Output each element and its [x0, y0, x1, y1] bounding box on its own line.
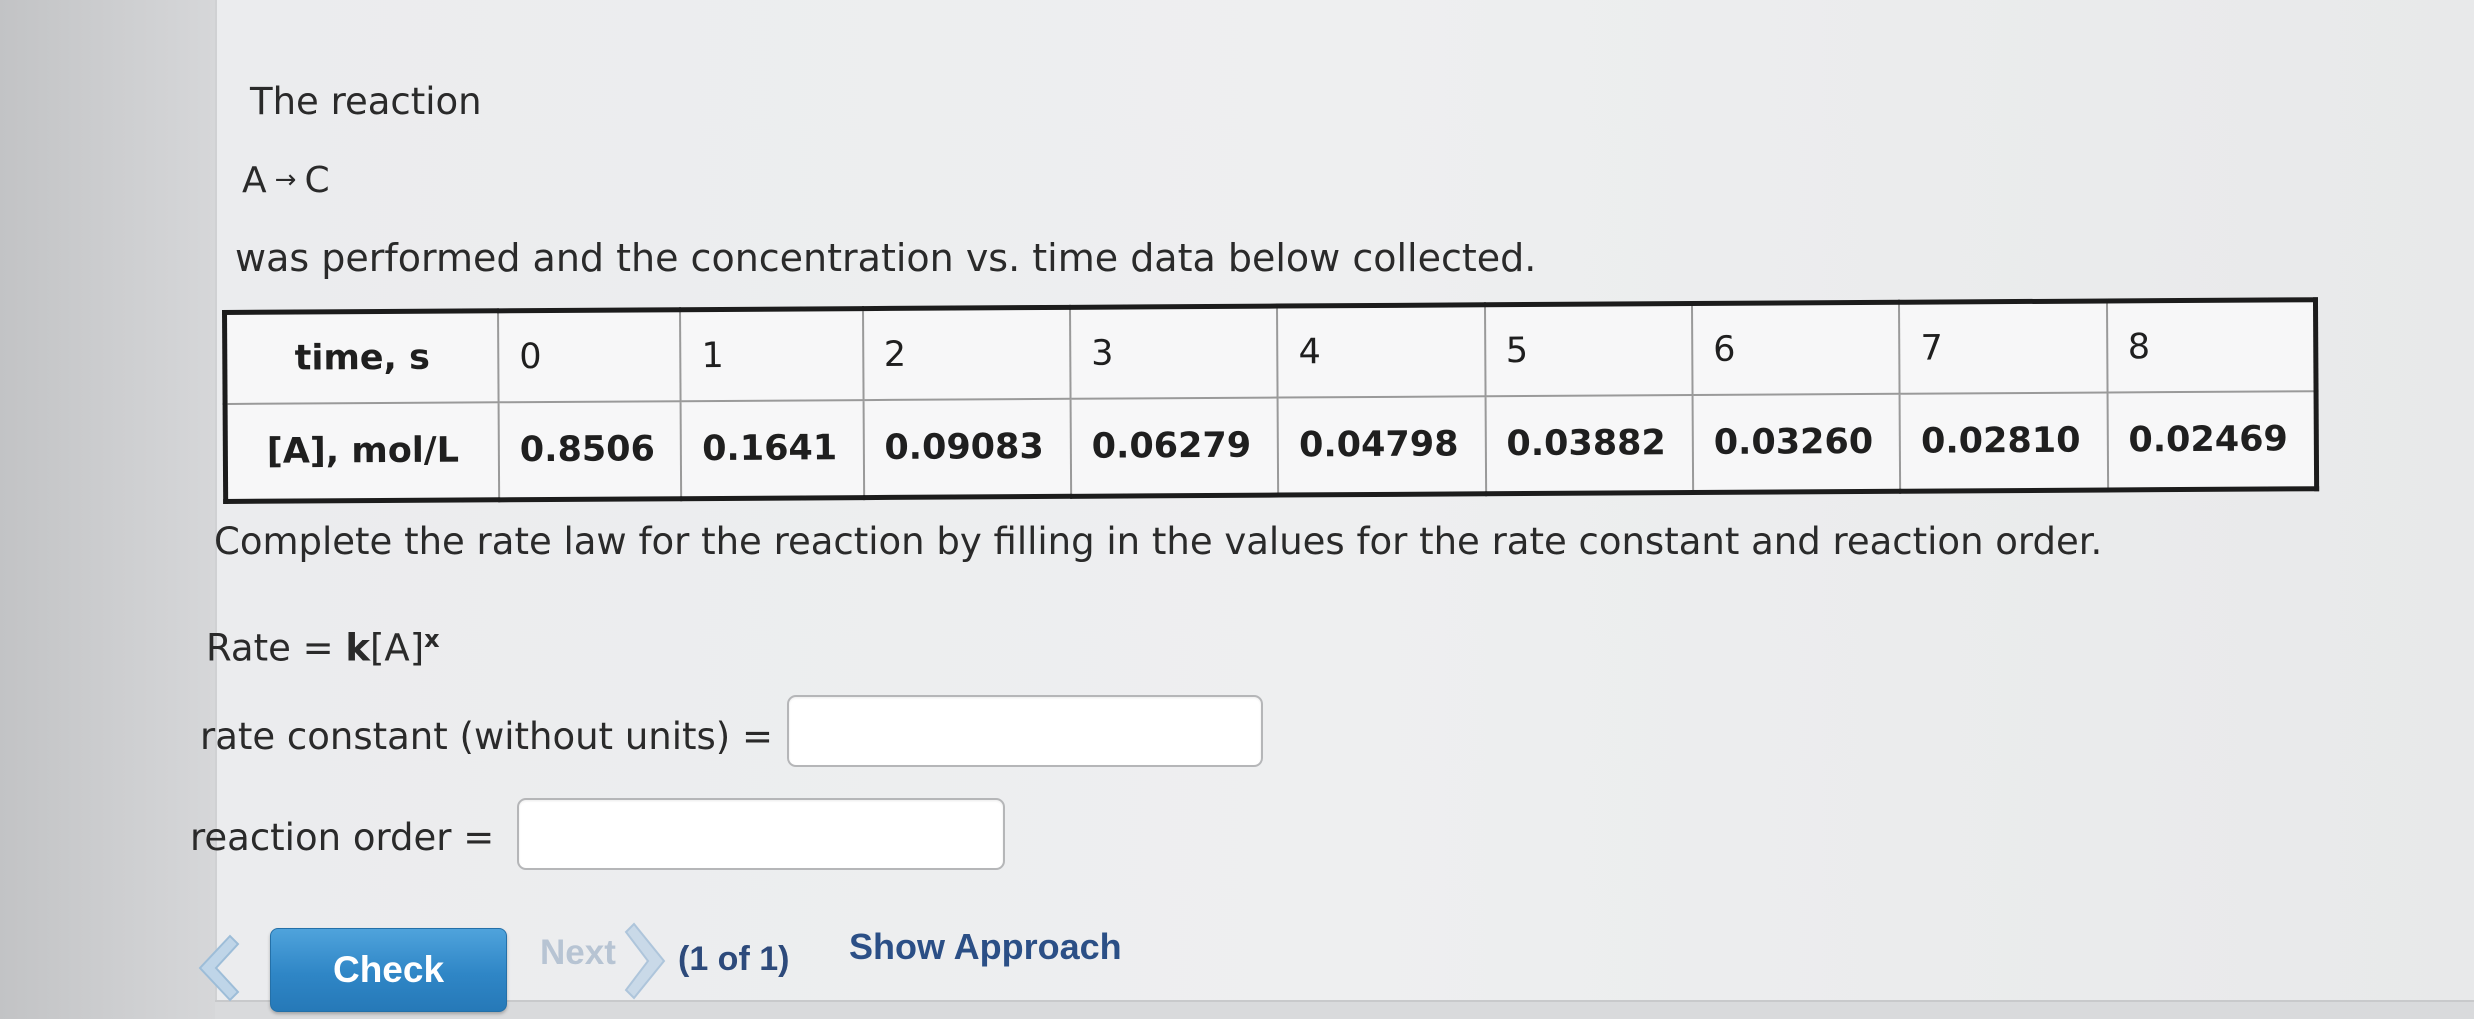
time-cell: 7	[1899, 300, 2108, 394]
rate-constant-symbol: k	[345, 626, 370, 670]
chevron-right-icon[interactable]	[624, 918, 674, 1004]
reaction-equation: A → C	[242, 160, 330, 201]
description-text: was performed and the concentration vs. …	[235, 236, 1537, 280]
time-cell: 8	[2106, 299, 2317, 393]
reactant: A	[242, 160, 267, 201]
time-cell: 0	[498, 309, 681, 403]
time-cell: 3	[1069, 306, 1278, 399]
product: C	[304, 160, 330, 201]
prompt-text: Complete the rate law for the reaction b…	[214, 520, 2103, 563]
concentration-cell: 0.8506	[498, 401, 682, 500]
intro-text: The reaction	[250, 80, 482, 123]
check-button[interactable]: Check	[270, 928, 507, 1012]
rate-law: Rate = k[A]x	[206, 625, 440, 669]
reaction-order-label: reaction order =	[190, 816, 495, 859]
concentration-cell: 0.04798	[1277, 396, 1486, 496]
rate-constant-input[interactable]	[787, 695, 1263, 767]
concentration-cell: 0.09083	[863, 398, 1072, 498]
rate-law-species: [A]	[369, 626, 425, 670]
concentration-cell: 0.02810	[1899, 392, 2108, 492]
concentration-cell: 0.03260	[1692, 393, 1901, 493]
reaction-order-input[interactable]	[517, 798, 1005, 870]
chevron-left-icon[interactable]	[186, 928, 246, 1008]
time-cell: 1	[680, 308, 864, 402]
rate-constant-label: rate constant (without units) =	[200, 715, 773, 758]
concentration-cell: 0.06279	[1070, 397, 1279, 497]
concentration-header: [A], mol/L	[225, 402, 500, 502]
left-gutter	[0, 0, 215, 1019]
data-table: time, s 0 1 2 3 4 5 6 7 8 [A], mol/L 0.8…	[222, 297, 2320, 504]
reaction-arrow-icon: →	[274, 165, 297, 195]
time-cell: 4	[1277, 304, 1486, 398]
time-cell: 2	[862, 307, 1071, 401]
bottom-strip	[215, 1000, 2474, 1019]
concentration-cell: 0.03882	[1485, 395, 1694, 494]
concentration-cell: 0.02469	[2107, 391, 2317, 490]
time-cell: 6	[1691, 302, 1900, 396]
question-counter: (1 of 1)	[678, 940, 790, 978]
rate-law-exponent: x	[424, 625, 440, 653]
time-row: time, s 0 1 2 3 4 5 6 7 8	[224, 299, 2317, 404]
time-cell: 5	[1484, 303, 1693, 397]
next-button[interactable]: Next	[540, 933, 616, 973]
concentration-row: [A], mol/L 0.8506 0.1641 0.09083 0.06279…	[225, 391, 2317, 502]
show-approach-link[interactable]: Show Approach	[849, 926, 1122, 968]
rate-law-prefix: Rate =	[206, 626, 346, 670]
time-header: time, s	[224, 310, 499, 404]
concentration-cell: 0.1641	[680, 400, 864, 499]
